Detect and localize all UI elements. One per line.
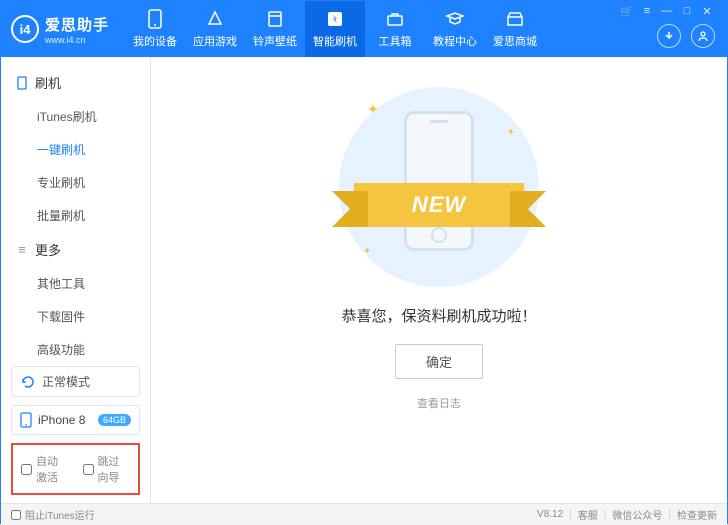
checkbox-label: 自动激活 [36, 453, 69, 485]
nav-my-device[interactable]: 我的设备 [125, 1, 185, 57]
sidebar-section-more: ≡ 更多 [1, 232, 150, 267]
checkbox-label: 阻止iTunes运行 [25, 507, 95, 522]
app-logo: i4 爱思助手 www.i4.cn [1, 14, 119, 45]
nav-label: 我的设备 [133, 33, 177, 49]
app-url: www.i4.cn [45, 35, 109, 45]
close-icon[interactable]: ✕ [700, 4, 714, 18]
store-icon [505, 9, 525, 29]
nav-label: 教程中心 [433, 33, 477, 49]
sidebar-item-oneclick[interactable]: 一键刷机 [1, 133, 150, 166]
top-nav: 我的设备 应用游戏 铃声壁纸 智能刷机 工具箱 教程中心 爱思商城 [125, 1, 545, 57]
list-icon: ≡ [15, 242, 29, 257]
nav-store[interactable]: 爱思商城 [485, 1, 545, 57]
hero-illustration: ✦ ✦ ✦ NEW [339, 87, 539, 287]
nav-toolbox[interactable]: 工具箱 [365, 1, 425, 57]
mode-row[interactable]: 正常模式 [11, 366, 140, 397]
sidebar-item-itunes[interactable]: iTunes刷机 [1, 100, 150, 133]
phone-illustration [404, 111, 474, 251]
user-area [645, 24, 727, 48]
app-header: i4 爱思助手 www.i4.cn 我的设备 应用游戏 铃声壁纸 智能刷机 工具… [1, 1, 727, 57]
skip-guide-checkbox[interactable]: 跳过向导 [83, 453, 131, 485]
sidebar-item-advanced[interactable]: 高级功能 [1, 333, 150, 366]
nav-apps[interactable]: 应用游戏 [185, 1, 245, 57]
sidebar: 刷机 iTunes刷机 一键刷机 专业刷机 批量刷机 ≡ 更多 其他工具 下载固件… [1, 57, 151, 503]
nav-label: 智能刷机 [313, 33, 357, 49]
success-message: 恭喜您，保资料刷机成功啦！ [341, 305, 536, 326]
download-icon[interactable] [657, 24, 681, 48]
nav-ringtones[interactable]: 铃声壁纸 [245, 1, 305, 57]
nav-label: 爱思商城 [493, 33, 537, 49]
music-icon [265, 9, 285, 29]
footer-link-support[interactable]: 客服 [578, 507, 598, 522]
device-name: iPhone 8 [38, 413, 85, 427]
section-title: 刷机 [35, 73, 61, 92]
footer: 阻止iTunes运行 V8.12| 客服| 微信公众号| 检查更新 [1, 503, 727, 525]
nav-label: 铃声壁纸 [253, 33, 297, 49]
refresh-icon [20, 374, 36, 390]
menu-icon[interactable]: ≡ [640, 4, 654, 18]
sidebar-item-pro[interactable]: 专业刷机 [1, 166, 150, 199]
user-icon[interactable] [691, 24, 715, 48]
nav-flash[interactable]: 智能刷机 [305, 1, 365, 57]
minimize-icon[interactable]: — [660, 4, 674, 18]
sidebar-item-tools[interactable]: 其他工具 [1, 267, 150, 300]
checkbox-label: 跳过向导 [98, 453, 131, 485]
cart-icon[interactable]: 🛒 [620, 4, 634, 18]
nav-label: 应用游戏 [193, 33, 237, 49]
sidebar-section-flash: 刷机 [1, 65, 150, 100]
block-itunes-checkbox[interactable]: 阻止iTunes运行 [11, 507, 95, 522]
version-label: V8.12 [537, 509, 563, 520]
main-content: ✦ ✦ ✦ NEW 恭喜您，保资料刷机成功啦！ 确定 查看日志 [151, 57, 727, 503]
maximize-icon[interactable]: □ [680, 4, 694, 18]
apps-icon [205, 9, 225, 29]
options-box: 自动激活 跳过向导 [11, 443, 140, 495]
storage-badge: 64GB [98, 414, 131, 426]
sidebar-item-batch[interactable]: 批量刷机 [1, 199, 150, 232]
footer-link-update[interactable]: 检查更新 [677, 507, 717, 522]
sidebar-item-firmware[interactable]: 下载固件 [1, 300, 150, 333]
device-row[interactable]: iPhone 8 64GB [11, 405, 140, 435]
window-controls: 🛒 ≡ — □ ✕ [620, 4, 722, 18]
section-title: 更多 [35, 240, 61, 259]
footer-link-wechat[interactable]: 微信公众号 [612, 507, 662, 522]
auto-activate-checkbox[interactable]: 自动激活 [21, 453, 69, 485]
app-name: 爱思助手 [45, 14, 109, 35]
tutorial-icon [445, 9, 465, 29]
device-icon [145, 9, 165, 29]
flash-icon [325, 9, 345, 29]
nav-label: 工具箱 [379, 33, 412, 49]
nav-tutorials[interactable]: 教程中心 [425, 1, 485, 57]
phone-icon [15, 76, 29, 90]
logo-icon: i4 [11, 15, 39, 43]
ok-button[interactable]: 确定 [395, 344, 483, 379]
mode-label: 正常模式 [42, 373, 90, 390]
new-ribbon: NEW [354, 183, 524, 227]
toolbox-icon [385, 9, 405, 29]
view-log-link[interactable]: 查看日志 [417, 395, 461, 411]
phone-icon [20, 412, 32, 428]
